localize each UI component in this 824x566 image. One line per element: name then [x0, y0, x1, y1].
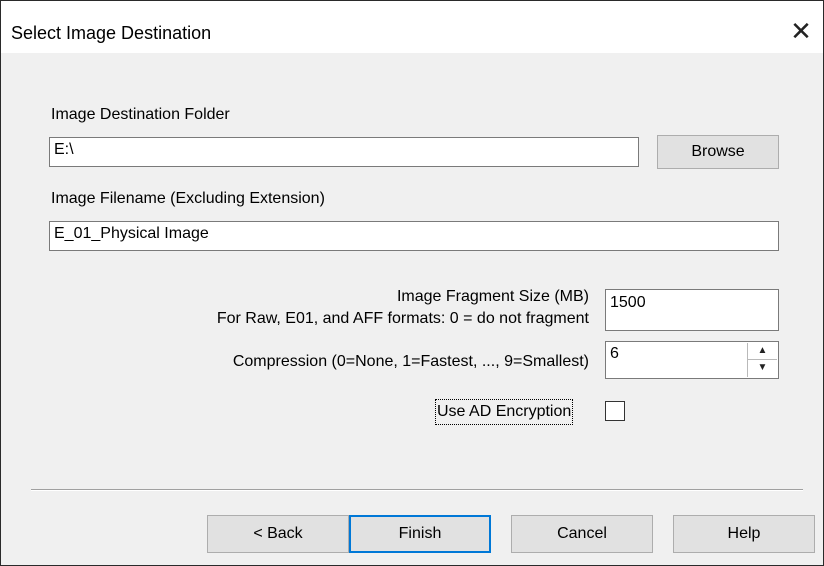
filename-label: Image Filename (Excluding Extension)	[51, 190, 325, 207]
help-button[interactable]: Help	[673, 515, 815, 553]
close-icon[interactable]: ✕	[787, 17, 815, 45]
browse-button[interactable]: Browse	[657, 135, 779, 169]
encryption-checkbox[interactable]	[605, 401, 625, 421]
destination-folder-label: Image Destination Folder	[51, 106, 230, 123]
compression-label: Compression (0=None, 1=Fastest, ..., 9=S…	[232, 353, 589, 370]
cancel-button[interactable]: Cancel	[511, 515, 653, 553]
back-button[interactable]: < Back	[207, 515, 349, 553]
fragment-size-hint: For Raw, E01, and AFF formats: 0 = do no…	[216, 310, 589, 327]
fragment-size-input[interactable]: 1500	[605, 289, 779, 331]
separator	[31, 489, 803, 491]
finish-button[interactable]: Finish	[349, 515, 491, 553]
filename-input[interactable]: E_01_Physical Image	[49, 221, 779, 251]
compression-spin-buttons[interactable]: ▲ ▼	[747, 343, 777, 377]
title-bar: Select Image Destination ✕	[1, 1, 823, 53]
window-title: Select Image Destination	[11, 23, 212, 43]
fragment-size-label: Image Fragment Size (MB)	[396, 288, 589, 305]
spin-up-icon[interactable]: ▲	[748, 343, 777, 360]
spin-down-icon[interactable]: ▼	[748, 360, 777, 376]
destination-folder-input[interactable]: E:\	[49, 137, 639, 167]
encryption-label[interactable]: Use AD Encryption	[435, 399, 574, 425]
dialog-window: Select Image Destination ✕ Image Destina…	[0, 0, 824, 566]
